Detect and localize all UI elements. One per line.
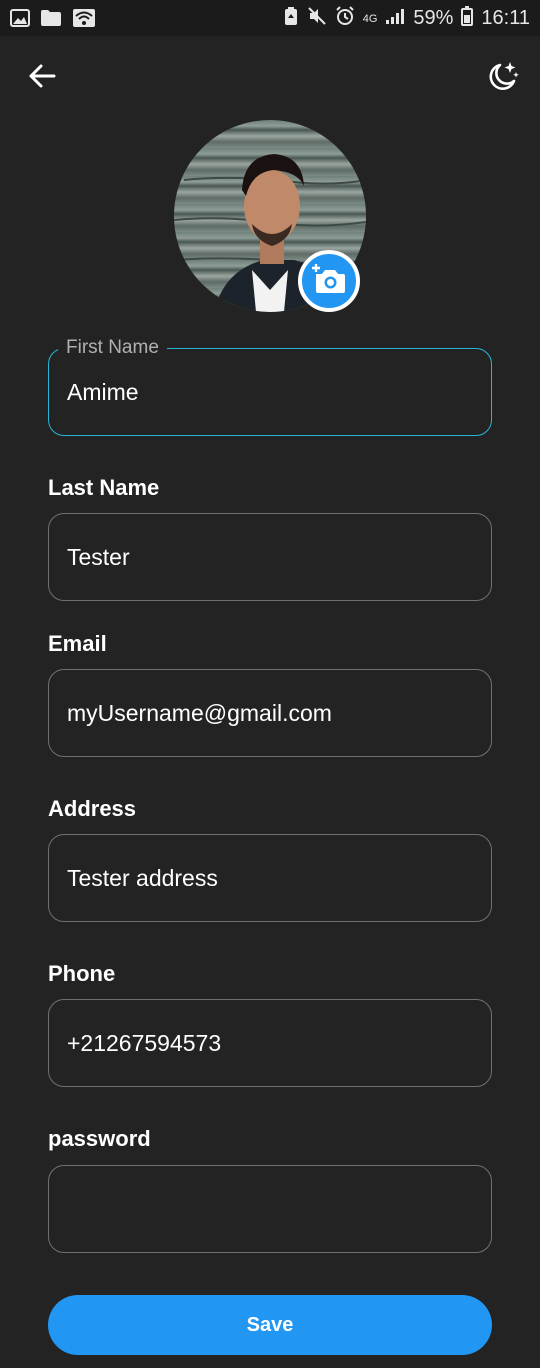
add-photo-camera-icon [312, 263, 346, 299]
alarm-icon [335, 6, 355, 31]
battery-saver-icon [283, 6, 299, 31]
signal-icon [385, 7, 405, 30]
email-label: Email [48, 631, 107, 656]
network-type: 4G [362, 12, 378, 25]
first-name-value: Amime [67, 378, 139, 405]
status-bar-system: 4G 59% 16:11 [283, 6, 530, 31]
profile-photo [174, 120, 366, 312]
image-icon [10, 9, 30, 32]
last-name-field[interactable]: Tester [48, 513, 492, 601]
phone-label: Phone [48, 961, 116, 986]
first-name-label: First Name [58, 337, 167, 359]
last-name-value: Tester [67, 543, 130, 570]
status-bar: 4G 59% 16:11 [0, 0, 540, 36]
password-label: password [48, 1126, 151, 1151]
phone-value: +21267594573 [67, 1029, 222, 1056]
wifi-icon [72, 8, 96, 33]
email-value: myUsername@gmail.com [67, 699, 332, 726]
address-value: Tester address [67, 864, 218, 891]
back-button[interactable] [24, 60, 60, 96]
change-photo-button[interactable] [298, 250, 360, 312]
phone-field[interactable]: +21267594573 [48, 999, 492, 1087]
address-label: Address [48, 796, 137, 821]
clock: 16:11 [481, 7, 530, 29]
arrow-left-icon [28, 62, 56, 95]
last-name-label: Last Name [48, 475, 160, 500]
password-field[interactable] [48, 1165, 492, 1253]
status-bar-notifications [10, 8, 96, 33]
theme-toggle-button[interactable] [482, 58, 522, 98]
moon-stars-icon [485, 59, 519, 98]
battery-percent: 59% [413, 7, 454, 29]
app-bar [0, 36, 540, 124]
first-name-field[interactable]: Amime [48, 348, 492, 436]
email-field[interactable]: myUsername@gmail.com [48, 669, 492, 757]
folder-icon [40, 9, 62, 32]
address-field[interactable]: Tester address [48, 834, 492, 922]
mute-icon [307, 6, 327, 31]
battery-icon [461, 6, 474, 31]
save-button[interactable]: Save [48, 1295, 492, 1355]
